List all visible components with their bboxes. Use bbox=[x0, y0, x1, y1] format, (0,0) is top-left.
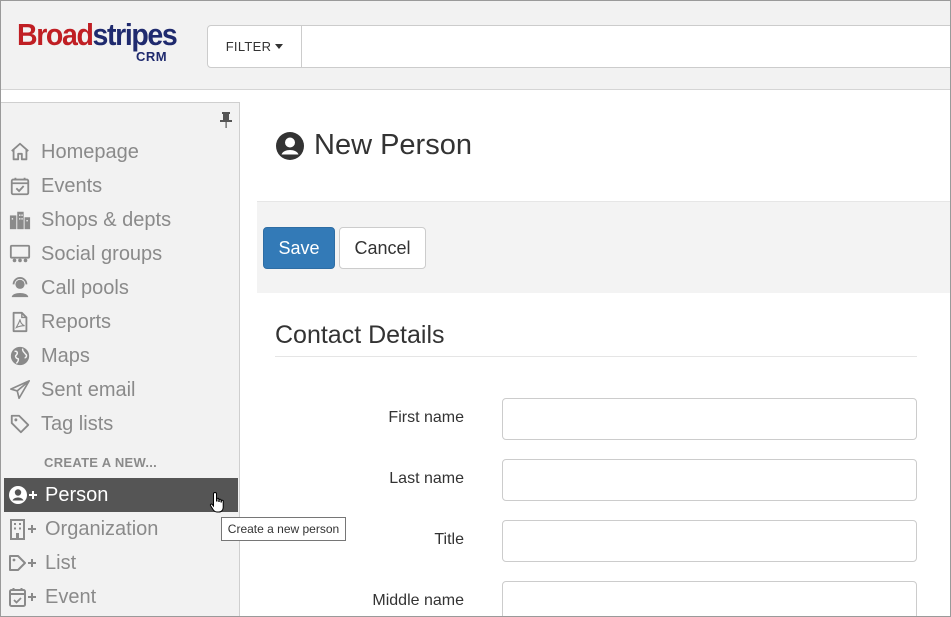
sidebar-item-label: Shops & depts bbox=[41, 208, 172, 231]
tag-icon bbox=[8, 412, 32, 436]
calendar-check-icon bbox=[8, 174, 32, 198]
sidebar-item-homepage[interactable]: Homepage bbox=[8, 137, 139, 167]
sidebar-item-label: Social groups bbox=[41, 242, 163, 265]
title-label: Title bbox=[434, 531, 464, 548]
create-person-item[interactable]: Person bbox=[4, 478, 238, 512]
create-item-label: Event bbox=[45, 585, 97, 608]
sidebar-item-reports[interactable]: Reports bbox=[8, 307, 111, 337]
create-new-heading: CREATE A NEW... bbox=[44, 455, 158, 470]
app-window: Broadstripes CRM FILTER Homepage Events … bbox=[0, 0, 951, 617]
pin-icon[interactable] bbox=[220, 112, 232, 128]
top-bar: Broadstripes CRM FILTER bbox=[1, 1, 950, 90]
first-name-field[interactable] bbox=[502, 398, 917, 440]
create-item-label: List bbox=[45, 551, 77, 574]
middle-name-field[interactable] bbox=[502, 581, 917, 616]
page-title: New Person bbox=[314, 129, 472, 161]
sidebar-item-label: Sent email bbox=[41, 378, 136, 401]
create-list-item[interactable]: List bbox=[4, 546, 238, 580]
caret-down-icon bbox=[275, 44, 284, 49]
filter-dropdown-button[interactable]: FILTER bbox=[208, 26, 302, 67]
person-plus-icon bbox=[8, 483, 40, 507]
filter-label: FILTER bbox=[225, 39, 272, 54]
section-divider bbox=[275, 356, 917, 357]
tag-plus-icon bbox=[8, 551, 40, 575]
last-name-label: Last name bbox=[389, 470, 464, 487]
search-bar: FILTER bbox=[207, 25, 950, 68]
last-name-field[interactable] bbox=[502, 459, 917, 501]
sidebar-item-social-groups[interactable]: Social groups bbox=[8, 239, 162, 269]
sidebar-item-shops-depts[interactable]: Shops & depts bbox=[8, 205, 171, 235]
create-organization-item[interactable]: Organization bbox=[4, 512, 238, 546]
sidebar-item-label: Maps bbox=[41, 344, 90, 367]
sidebar-item-maps[interactable]: Maps bbox=[8, 341, 90, 371]
title-field[interactable] bbox=[502, 520, 917, 562]
buildings-icon bbox=[8, 208, 32, 232]
page-header: New Person bbox=[275, 129, 472, 162]
sidebar-item-events[interactable]: Events bbox=[8, 171, 102, 201]
building-plus-icon bbox=[8, 517, 40, 541]
sidebar-item-label: Reports bbox=[41, 310, 112, 333]
sidebar-item-label: Homepage bbox=[41, 140, 139, 163]
globe-icon bbox=[8, 344, 32, 368]
headset-person-icon bbox=[8, 276, 32, 300]
create-item-label: Organization bbox=[45, 517, 159, 540]
logo-crm: CRM bbox=[136, 49, 168, 64]
broadstripes-logo[interactable]: Broadstripes CRM bbox=[17, 15, 178, 67]
sidebar: Homepage Events Shops & depts Social gro… bbox=[1, 102, 240, 616]
create-event-item[interactable]: Event bbox=[4, 580, 238, 614]
sidebar-item-label: Tag lists bbox=[41, 412, 114, 435]
sidebar-item-label: Events bbox=[41, 174, 103, 197]
pdf-document-icon bbox=[8, 310, 32, 334]
action-bar: Save Cancel bbox=[257, 201, 950, 293]
sidebar-item-sent-email[interactable]: Sent email bbox=[8, 375, 136, 405]
section-title: Contact Details bbox=[275, 321, 445, 349]
save-button[interactable]: Save bbox=[263, 227, 335, 269]
person-circle-icon bbox=[276, 131, 304, 160]
sidebar-item-call-pools[interactable]: Call pools bbox=[8, 273, 129, 303]
hand-cursor-icon bbox=[209, 491, 224, 513]
home-icon bbox=[8, 140, 32, 164]
calendar-plus-icon bbox=[8, 585, 40, 609]
search-input[interactable] bbox=[303, 26, 950, 67]
sidebar-item-label: Call pools bbox=[41, 276, 129, 299]
sidebar-item-tag-lists[interactable]: Tag lists bbox=[8, 409, 113, 439]
create-item-label: Person bbox=[45, 483, 109, 506]
main-content: New Person Save Cancel Contact Details F… bbox=[257, 102, 950, 616]
paper-plane-icon bbox=[8, 378, 32, 402]
social-group-icon bbox=[8, 242, 32, 266]
first-name-label: First name bbox=[388, 409, 464, 426]
middle-name-label: Middle name bbox=[372, 592, 464, 609]
cancel-button[interactable]: Cancel bbox=[339, 227, 426, 269]
